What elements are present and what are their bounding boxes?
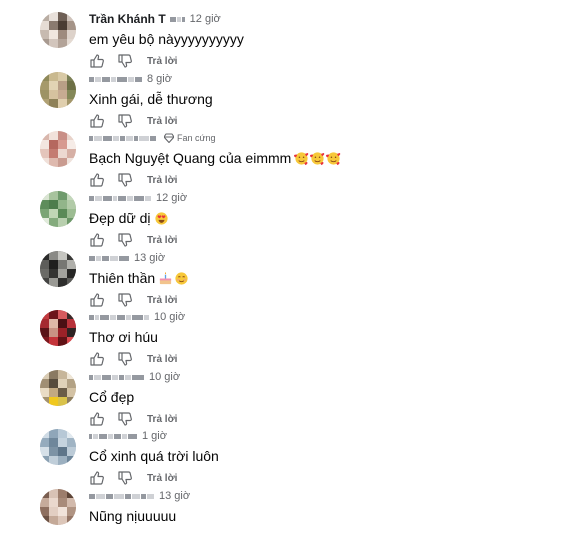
comment-list: Trần Khánh T 12 giờ em yêu bộ nàyyyyyyyy… [0,0,571,541]
comment-time[interactable]: 10 giờ [154,310,185,324]
fan-badge: Fan cứng [164,131,216,145]
avatar[interactable] [40,251,76,287]
comment-time[interactable]: 12 giờ [190,12,221,26]
thumbs-up-icon[interactable] [89,53,105,69]
redacted-name [169,16,185,22]
redacted-name [89,76,142,82]
comment-text: Cổ đẹp [89,389,135,405]
comment-time[interactable]: 12 giờ [156,191,187,205]
avatar[interactable] [40,12,76,48]
diamond-badge-icon [164,133,174,143]
redacted-name [89,374,144,380]
comment-actions: Trả lời [89,231,560,249]
comment-text: Thơ ơi húu [89,329,158,345]
comment-time[interactable]: 1 giờ [142,429,167,443]
reply-button[interactable]: Trả lời [147,56,177,67]
comment-text: Nũng nịuuuuu [89,508,177,524]
comment-actions: Trả lời [89,112,560,130]
comment-item: 10 giờ Thơ ơi húu Trả lời [40,310,560,368]
thumbs-up-icon[interactable] [89,470,105,486]
thumbs-down-icon[interactable] [117,351,133,367]
thumbs-down-icon[interactable] [117,172,133,188]
reply-button[interactable]: Trả lời [147,414,177,425]
redacted-name [89,195,151,201]
smiling-face-with-hearts-icon [310,151,325,165]
thumbs-up-icon[interactable] [89,292,105,308]
thumbs-down-icon[interactable] [117,470,133,486]
comment-item: 10 giờ Cổ đẹp Trả lời [40,370,560,428]
comment-actions: Trả lời [89,410,560,428]
comment-text: Bạch Nguyệt Quang của eimmm [89,149,560,167]
redacted-name [89,255,129,261]
comment-actions: Trả lời [89,350,560,368]
thumbs-down-icon[interactable] [117,113,133,129]
comment-actions: Trả lời [89,469,560,487]
thumbs-down-icon[interactable] [117,53,133,69]
reply-button[interactable]: Trả lời [147,354,177,365]
comment-item: 13 giờ Nũng nịuuuuu [40,489,560,547]
redacted-name [89,135,156,141]
comment-time[interactable]: 13 giờ [159,489,190,503]
reply-button[interactable]: Trả lời [147,116,177,127]
comment-item: 8 giờ Xinh gái, dễ thương Trả lời [40,72,560,130]
avatar[interactable] [40,489,76,525]
redacted-name [89,433,137,439]
avatar[interactable] [40,191,76,227]
comment-author[interactable]: Trần Khánh T [89,12,166,26]
comment-item: 12 giờ Đẹp dữ dị Trả lời [40,191,560,249]
thumbs-up-icon[interactable] [89,113,105,129]
avatar[interactable] [40,370,76,406]
smiling-face-with-hearts-icon [294,151,309,165]
thumbs-up-icon[interactable] [89,232,105,248]
comment-text: Cổ xinh quá trời luôn [89,448,219,464]
comment-actions: Trả lời [89,52,560,70]
reply-button[interactable]: Trả lời [147,235,177,246]
birthday-cake-icon [160,271,172,284]
reply-button[interactable]: Trả lời [147,175,177,186]
comment-actions: Trả lời [89,291,560,309]
emoji-group [153,211,169,226]
comment-text: Xinh gái, dễ thương [89,91,213,107]
thumbs-up-icon[interactable] [89,411,105,427]
comment-item: 13 giờ Thiên thần Trả lời [40,251,560,309]
reply-button[interactable]: Trả lời [147,473,177,484]
redacted-name [89,493,154,499]
comment-actions: Trả lời [89,171,560,189]
redacted-name [89,314,149,320]
avatar[interactable] [40,131,76,167]
comment-text: Thiên thần [89,269,560,287]
comment-item: Fan cứng Bạch Nguyệt Quang của eimmm Trả… [40,131,560,189]
comment-item: Trần Khánh T 12 giờ em yêu bộ nàyyyyyyyy… [40,12,560,70]
comment-time[interactable]: 13 giờ [134,251,165,265]
comment-text: Đẹp dữ dị [89,209,560,227]
thumbs-up-icon[interactable] [89,172,105,188]
comment-time[interactable]: 10 giờ [149,370,180,384]
emoji-group [157,271,189,286]
smiling-face-with-hearts-icon [326,151,341,165]
comment-time[interactable]: 8 giờ [147,72,172,86]
thumbs-up-icon[interactable] [89,351,105,367]
avatar[interactable] [40,310,76,346]
emoji-group [293,151,341,166]
thumbs-down-icon[interactable] [117,232,133,248]
reply-button[interactable]: Trả lời [147,295,177,306]
thumbs-down-icon[interactable] [117,292,133,308]
avatar[interactable] [40,72,76,108]
comment-item: 1 giờ Cổ xinh quá trời luôn Trả lời [40,429,560,487]
thumbs-down-icon[interactable] [117,411,133,427]
avatar[interactable] [40,429,76,465]
comment-text: em yêu bộ nàyyyyyyyyyy [89,31,244,47]
heart-eyes-icon [154,211,168,225]
blush-smile-icon [175,271,188,285]
